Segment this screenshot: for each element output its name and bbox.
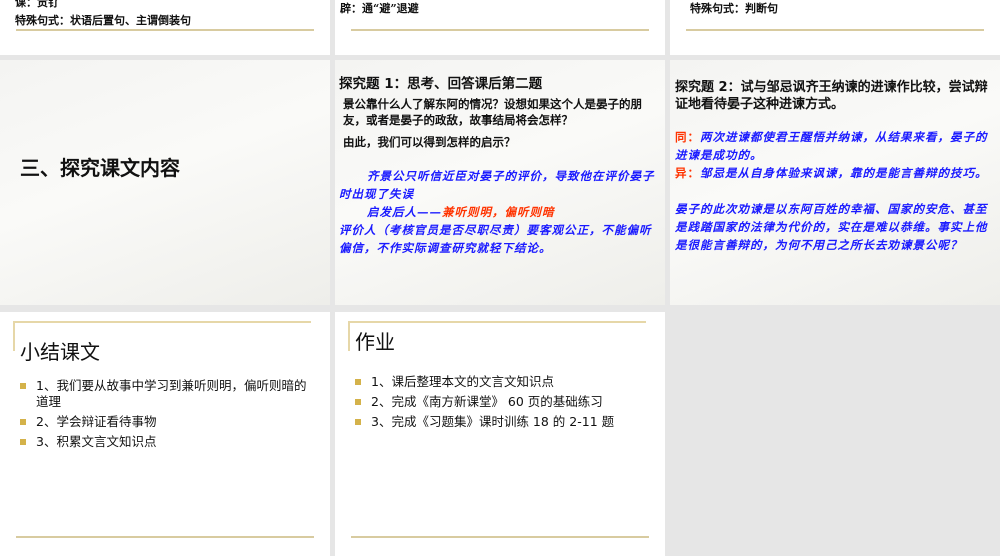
- slide-title: 小结课文: [20, 340, 100, 364]
- answer-text: 齐景公只听信近臣对晏子的评价，导致他在评价晏子时出现了失误: [339, 169, 655, 201]
- list-item: 1、课后整理本文的文言文知识点: [355, 374, 655, 390]
- answer-highlight: 兼听则明，偏听则暗: [442, 205, 555, 219]
- slide-text: 课：贡钌: [15, 0, 59, 9]
- same-label: 同：: [675, 130, 700, 144]
- divider: [351, 29, 649, 31]
- answer-text: 评价人（考核官员是否尽职尽责）要客观公正，不能偏听偏信，不作实际调查研究就轻下结…: [339, 223, 652, 255]
- slide-thumbnail-2[interactable]: 辟：通“避”退避: [335, 0, 665, 55]
- question-text: 景公靠什么人了解东阿的情况？设想如果这个人是晏子的朋友，或者是晏子的政敌，故事结…: [343, 97, 642, 127]
- list-item: 3、完成《习题集》课时训练 18 的 2-11 题: [355, 414, 655, 430]
- answer-same: 同：两次进谏都使君王醒悟并纳谏，从结果来看，晏子的进谏是成功的。: [675, 128, 995, 164]
- divider: [16, 536, 314, 538]
- question-title: 探究题 2：试与邹忌讽齐王纳谏的进谏作比较，尝试辩证地看待晏子这种进谏方式。: [675, 80, 988, 112]
- slide-thumbnail-q1[interactable]: 探究题 1：思考、回答课后第二题 景公靠什么人了解东阿的情况？设想如果这个人是晏…: [335, 60, 665, 305]
- list-item: 2、学会辩证看待事物: [20, 414, 310, 430]
- slide-thumbnail-1[interactable]: 课：贡钌 特殊句式：状语后置句、主谓倒装句: [0, 0, 330, 55]
- slide-text: 特殊句式：状语后置句、主谓倒装句: [15, 14, 191, 27]
- answer-text: 启发后人——兼听则明，偏听则暗: [339, 203, 657, 221]
- same-text: 两次进谏都使君王醒悟并纳谏，从结果来看，晏子的进谏是成功的。: [675, 130, 988, 162]
- slide-text: 辟：通“避”退避: [340, 2, 419, 15]
- summary-list: 1、我们要从故事中学习到兼听则明，偏听则暗的道理 2、学会辩证看待事物 3、积累…: [20, 378, 310, 454]
- diff-text: 邹忌是从自身体验来讽谏，靠的是能言善辩的技巧。: [700, 166, 988, 180]
- question-title: 探究题 1：思考、回答课后第二题: [339, 76, 543, 92]
- divider: [686, 29, 984, 31]
- slide-title: 作业: [355, 330, 395, 354]
- slide-thumbnail-3[interactable]: 特殊句式：判断句: [670, 0, 1000, 55]
- answer-extra: 晏子的此次劝谏是以东阿百姓的幸福、国家的安危、甚至是践踏国家的法律为代价的，实在…: [675, 202, 988, 252]
- diff-label: 异：: [675, 166, 700, 180]
- divider: [16, 29, 314, 31]
- divider: [351, 536, 649, 538]
- slide-thumbnail-summary[interactable]: 小结课文 1、我们要从故事中学习到兼听则明，偏听则暗的道理 2、学会辩证看待事物…: [0, 312, 330, 556]
- slide-thumbnail-q2[interactable]: 探究题 2：试与邹忌讽齐王纳谏的进谏作比较，尝试辩证地看待晏子这种进谏方式。 同…: [670, 60, 1000, 305]
- list-item: 2、完成《南方新课堂》 60 页的基础练习: [355, 394, 655, 410]
- slide-text: 特殊句式：判断句: [690, 2, 778, 15]
- list-item: 3、积累文言文知识点: [20, 434, 310, 450]
- answer-diff: 异：邹忌是从自身体验来讽谏，靠的是能言善辩的技巧。: [675, 164, 995, 182]
- list-item: 1、我们要从故事中学习到兼听则明，偏听则暗的道理: [20, 378, 310, 410]
- question-prompt: 由此，我们可以得到怎样的启示？: [343, 135, 516, 149]
- section-title: 三、探究课文内容: [20, 156, 180, 180]
- slide-thumbnail-section[interactable]: 三、探究课文内容: [0, 60, 330, 305]
- homework-list: 1、课后整理本文的文言文知识点 2、完成《南方新课堂》 60 页的基础练习 3、…: [355, 374, 655, 434]
- slide-thumbnail-homework[interactable]: 作业 1、课后整理本文的文言文知识点 2、完成《南方新课堂》 60 页的基础练习…: [335, 312, 665, 556]
- answer-prefix: 启发后人——: [367, 205, 442, 219]
